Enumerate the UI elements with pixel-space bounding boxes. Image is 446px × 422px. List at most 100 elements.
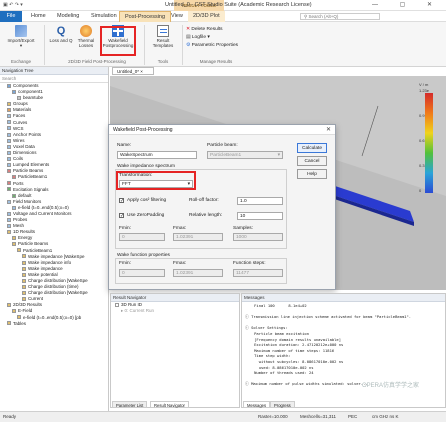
- cancel-button[interactable]: Cancel: [297, 156, 327, 166]
- fmin2-field: 0: [119, 269, 165, 277]
- result-navigator: Result Navigator 3D Run ID ▸ 0: Current …: [110, 293, 240, 408]
- folder-icon: [12, 193, 16, 198]
- watermark: OPERA仿真学学之家: [362, 383, 420, 389]
- tab-home[interactable]: Home: [26, 11, 51, 22]
- fmin-label: Fmin:: [119, 226, 131, 231]
- fmin2-label: Fmin:: [119, 261, 131, 266]
- tree-item-label: Charge distribution [WakeSpe: [28, 278, 88, 283]
- folder-icon: [12, 89, 16, 94]
- tree-item-label: Voltage and Current Monitors: [13, 210, 72, 216]
- tree-item-label: Particle Beams: [18, 241, 49, 247]
- colorbar-tick: 0.3: [419, 163, 425, 168]
- navigation-tree-header: Navigation Tree: [0, 67, 108, 75]
- tab-parameter-list[interactable]: Parameter List: [112, 401, 148, 408]
- folder-icon: [7, 321, 11, 326]
- zeropadding-checkbox[interactable]: ✓: [119, 213, 124, 219]
- tab-progress[interactable]: Progress: [270, 401, 295, 408]
- colorbar-tick: 0: [419, 188, 422, 193]
- thermal-losses-icon: [80, 25, 92, 37]
- function-steps-label: Function steps:: [233, 261, 266, 266]
- result-navigator-header: Result Navigator: [111, 294, 239, 302]
- tree-item-label: Ports: [13, 180, 24, 186]
- result-templates-button[interactable]: Result Templates: [148, 25, 178, 48]
- parametric-properties-button[interactable]: ⚙ Parametric Properties: [186, 42, 238, 50]
- colorbar-tick: 0.9: [419, 113, 425, 118]
- tab-messages[interactable]: Messages: [243, 401, 271, 408]
- loss-and-q-button[interactable]: Q Loss and Q: [48, 25, 74, 43]
- logfile-button[interactable]: ▤ Logfile ▾: [186, 34, 238, 42]
- close-tab-icon[interactable]: ×: [140, 69, 143, 74]
- delete-results-button[interactable]: ✕ Delete Results: [186, 26, 238, 34]
- tree-item-label: Charge distribution (time): [28, 284, 79, 290]
- ribbon-separator: [182, 25, 183, 65]
- fmax2-label: Fmax:: [173, 261, 187, 266]
- window-controls[interactable]: — ▢ ✕: [372, 1, 442, 8]
- folder-icon: [7, 181, 11, 186]
- tab-post-processing[interactable]: Post-Processing: [119, 11, 172, 22]
- tree-item-label: 1D Results: [13, 229, 36, 235]
- tab-2d3d-plot[interactable]: 2D/3D Plot: [188, 11, 225, 22]
- thermal-losses-button[interactable]: Thermal Losses: [74, 25, 98, 48]
- folder-icon: [7, 187, 11, 192]
- current-run-row[interactable]: ▸ 0: Current Run: [111, 308, 239, 314]
- tab-result-navigator[interactable]: Result Navigator: [150, 401, 189, 408]
- chevron-down-icon: ▾: [277, 153, 280, 158]
- folder-icon: [7, 217, 11, 222]
- samples-field: 1000: [233, 233, 283, 241]
- tree-item-label: Current: [28, 296, 44, 302]
- tree-item-label: Faces: [13, 113, 26, 119]
- folder-icon: [22, 266, 26, 271]
- window-title: Untitled_0 - CST Studio Suite (Academic …: [165, 2, 312, 8]
- search-box[interactable]: ⚲ Search (Alt+Q): [300, 13, 380, 20]
- tree-item-label: Field Monitors: [13, 198, 42, 204]
- tree-item-label: Curves: [13, 119, 28, 125]
- tree-item-label: Lumped Elements: [13, 162, 50, 168]
- ribbon: Import/Export ▾ Exchange Q Loss and Q Th…: [0, 22, 446, 67]
- tree-item-label: Wake potential: [28, 271, 58, 277]
- close-icon[interactable]: ✕: [326, 126, 331, 133]
- tab-simulation[interactable]: Simulation: [86, 11, 122, 22]
- wakefield-dialog: Wakefield Post-Processing ✕ Name: WakeSp…: [108, 124, 336, 290]
- nav-search-input[interactable]: Search: [0, 75, 108, 83]
- folder-icon: [12, 242, 16, 247]
- particle-beam-select[interactable]: ParticleBeam1 ▾: [207, 151, 283, 159]
- folder-icon: [7, 150, 11, 155]
- particle-beam-label: Particle beam:: [207, 143, 238, 148]
- ribbon-separator: [144, 25, 145, 65]
- status-bar: Ready Raster=10.000 Meshcells=31,311 PEC…: [0, 411, 446, 422]
- calculate-button[interactable]: Calculate: [297, 143, 327, 153]
- tree-item[interactable]: Tables: [0, 321, 108, 327]
- folder-icon: [7, 303, 11, 308]
- folder-icon: [7, 199, 11, 204]
- tree-list: Components component1 beamtube Groups Materi…: [0, 83, 108, 327]
- colorbar-unit: V / m: [419, 82, 429, 87]
- quick-access-toolbar[interactable]: ▣ ↶ ↷ ▾: [3, 2, 23, 8]
- navigation-tree: Navigation Tree Search Components compone…: [0, 67, 109, 412]
- tree-item-label: Wake impedance: [28, 265, 63, 271]
- apply-cos-checkbox[interactable]: ✓: [119, 198, 124, 204]
- relative-length-field[interactable]: 10: [237, 212, 283, 220]
- folder-icon: [7, 223, 11, 228]
- rolloff-field[interactable]: 1.0: [237, 197, 283, 205]
- name-field[interactable]: WakeSpectrum: [117, 151, 197, 159]
- folder-icon: [22, 291, 26, 295]
- title-bar: ▣ ↶ ↷ ▾ RESULT TOOLS Untitled_0 - CST St…: [0, 0, 446, 11]
- folder-icon: [12, 175, 16, 180]
- tab-file[interactable]: File: [0, 11, 22, 22]
- zeropadding-label: Use ZeroPadding: [127, 213, 165, 218]
- folder-icon: [12, 309, 16, 314]
- help-button[interactable]: Help: [297, 169, 327, 179]
- tab-view[interactable]: View: [166, 11, 188, 22]
- tab-modeling[interactable]: Modeling: [52, 11, 84, 22]
- document-tab[interactable]: Untitled_0* ×: [112, 67, 154, 75]
- import-export-button[interactable]: Import/Export ▾: [6, 25, 36, 48]
- folder-icon: [7, 132, 11, 137]
- tree-item-label: Components: [13, 83, 39, 88]
- transformation-highlight: [116, 171, 196, 190]
- ribbon-separator: [44, 25, 45, 65]
- tree-item-label: ParticleBeam1: [23, 247, 53, 253]
- tree-item-label: beamtube: [23, 95, 44, 101]
- folder-icon: [17, 315, 21, 320]
- tree-item-label: Charge distribution [WakeSpe: [28, 290, 88, 296]
- folder-icon: [7, 114, 11, 119]
